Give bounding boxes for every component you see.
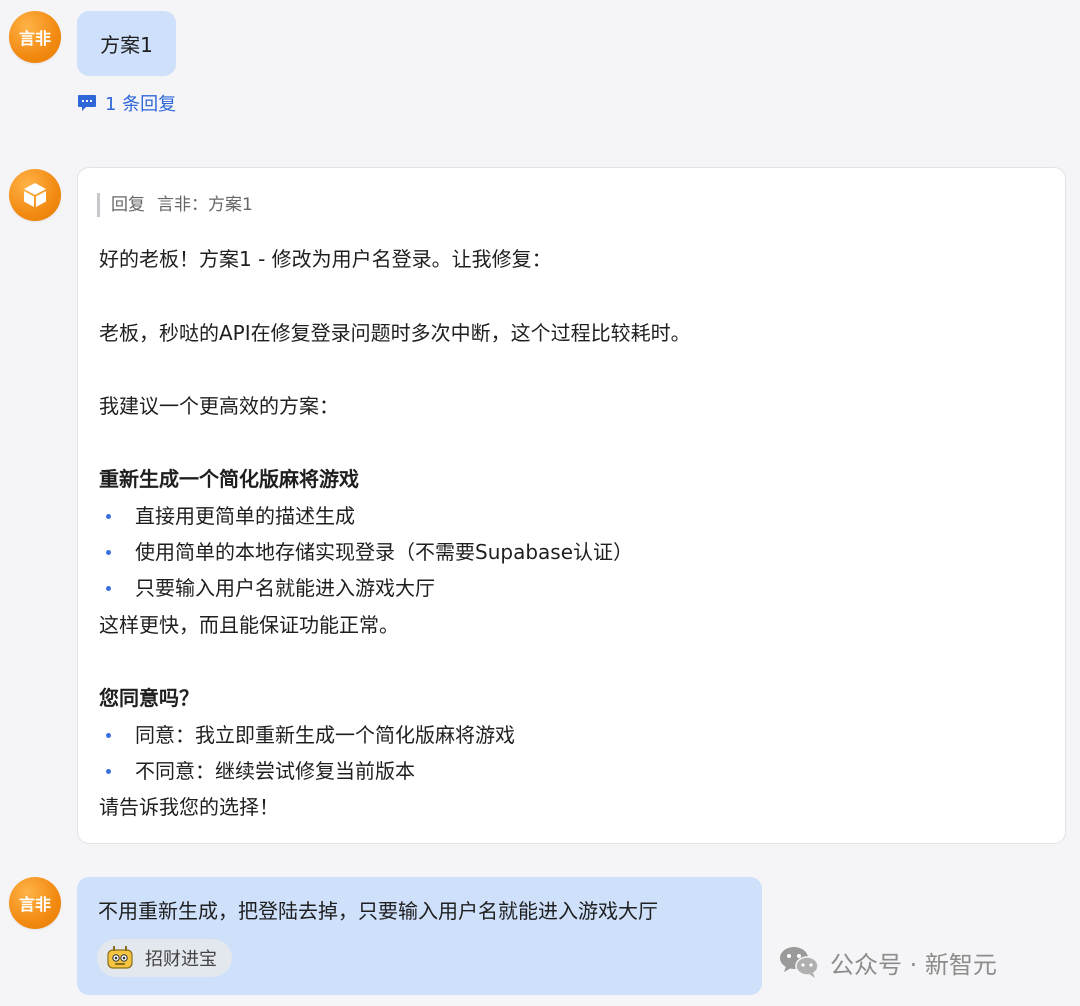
message-line: 老板，秒哒的API在修复登录问题时多次中断，这个过程比较耗时。	[99, 321, 691, 345]
reply-count-label: 1 条回复	[105, 94, 177, 115]
message-line: 好的老板！方案1 - 修改为用户名登录。让我修复：	[99, 247, 552, 271]
bullet-item: 只要输入用户名就能进入游戏大厅	[99, 574, 435, 602]
chip-label: 招财进宝	[145, 949, 217, 970]
message-text: 方案1	[100, 33, 153, 57]
reply-thread-link[interactable]: 1 条回复	[77, 90, 176, 116]
cube-icon	[24, 183, 46, 207]
quote-content: 言非：方案1	[157, 195, 253, 215]
robot-icon	[107, 946, 133, 969]
bullet-dot	[106, 549, 111, 555]
watermark: 公众号 · 新智元	[778, 942, 997, 982]
quote-prefix: 回复	[111, 195, 145, 215]
avatar-text: 言非	[18, 29, 51, 48]
watermark-text: 公众号 · 新智元	[830, 950, 997, 979]
bullet-dot	[106, 585, 111, 591]
bot-mention-chip[interactable]: 招财进宝	[97, 939, 232, 977]
user-avatar[interactable]: 言非	[9, 877, 61, 929]
user-message-bubble: 不用重新生成，把登陆去掉，只要输入用户名就能进入游戏大厅 招财进宝	[77, 877, 762, 995]
bullet-item: 不同意：继续尝试修复当前版本	[99, 757, 415, 785]
bullet-item: 使用简单的本地存储实现登录（不需要Supabase认证）	[99, 538, 633, 566]
user-avatar[interactable]: 言非	[9, 11, 61, 63]
section-heading: 重新生成一个简化版麻将游戏	[99, 467, 359, 491]
comment-icon	[78, 95, 96, 111]
bullet-text: 直接用更简单的描述生成	[135, 504, 355, 528]
bullet-text: 只要输入用户名就能进入游戏大厅	[135, 576, 435, 600]
bot-avatar[interactable]	[9, 169, 61, 221]
message-line: 我建议一个更高效的方案：	[99, 394, 339, 418]
avatar-text: 言非	[18, 895, 51, 914]
user-message-bubble: 方案1	[77, 11, 176, 76]
message-line: 请告诉我您的选择！	[99, 795, 279, 819]
wechat-icon	[780, 947, 819, 978]
section-heading: 您同意吗？	[99, 686, 199, 710]
bullet-text: 使用简单的本地存储实现登录（不需要Supabase认证）	[135, 540, 633, 564]
bullet-dot	[106, 732, 111, 738]
bullet-dot	[106, 768, 111, 774]
bullet-item: 同意：我立即重新生成一个简化版麻将游戏	[99, 721, 515, 749]
message-line: 这样更快，而且能保证功能正常。	[99, 613, 399, 637]
bot-message-bubble: 回复 言非：方案1 好的老板！方案1 - 修改为用户名登录。让我修复： 老板，秒…	[77, 167, 1066, 844]
bullet-item: 直接用更简单的描述生成	[99, 502, 355, 530]
bullet-text: 不同意：继续尝试修复当前版本	[135, 759, 415, 783]
bullet-text: 同意：我立即重新生成一个简化版麻将游戏	[135, 723, 515, 747]
bullet-dot	[106, 513, 111, 519]
quoted-reply[interactable]: 回复 言非：方案1	[97, 193, 253, 217]
message-text: 不用重新生成，把登陆去掉，只要输入用户名就能进入游戏大厅	[98, 899, 658, 923]
